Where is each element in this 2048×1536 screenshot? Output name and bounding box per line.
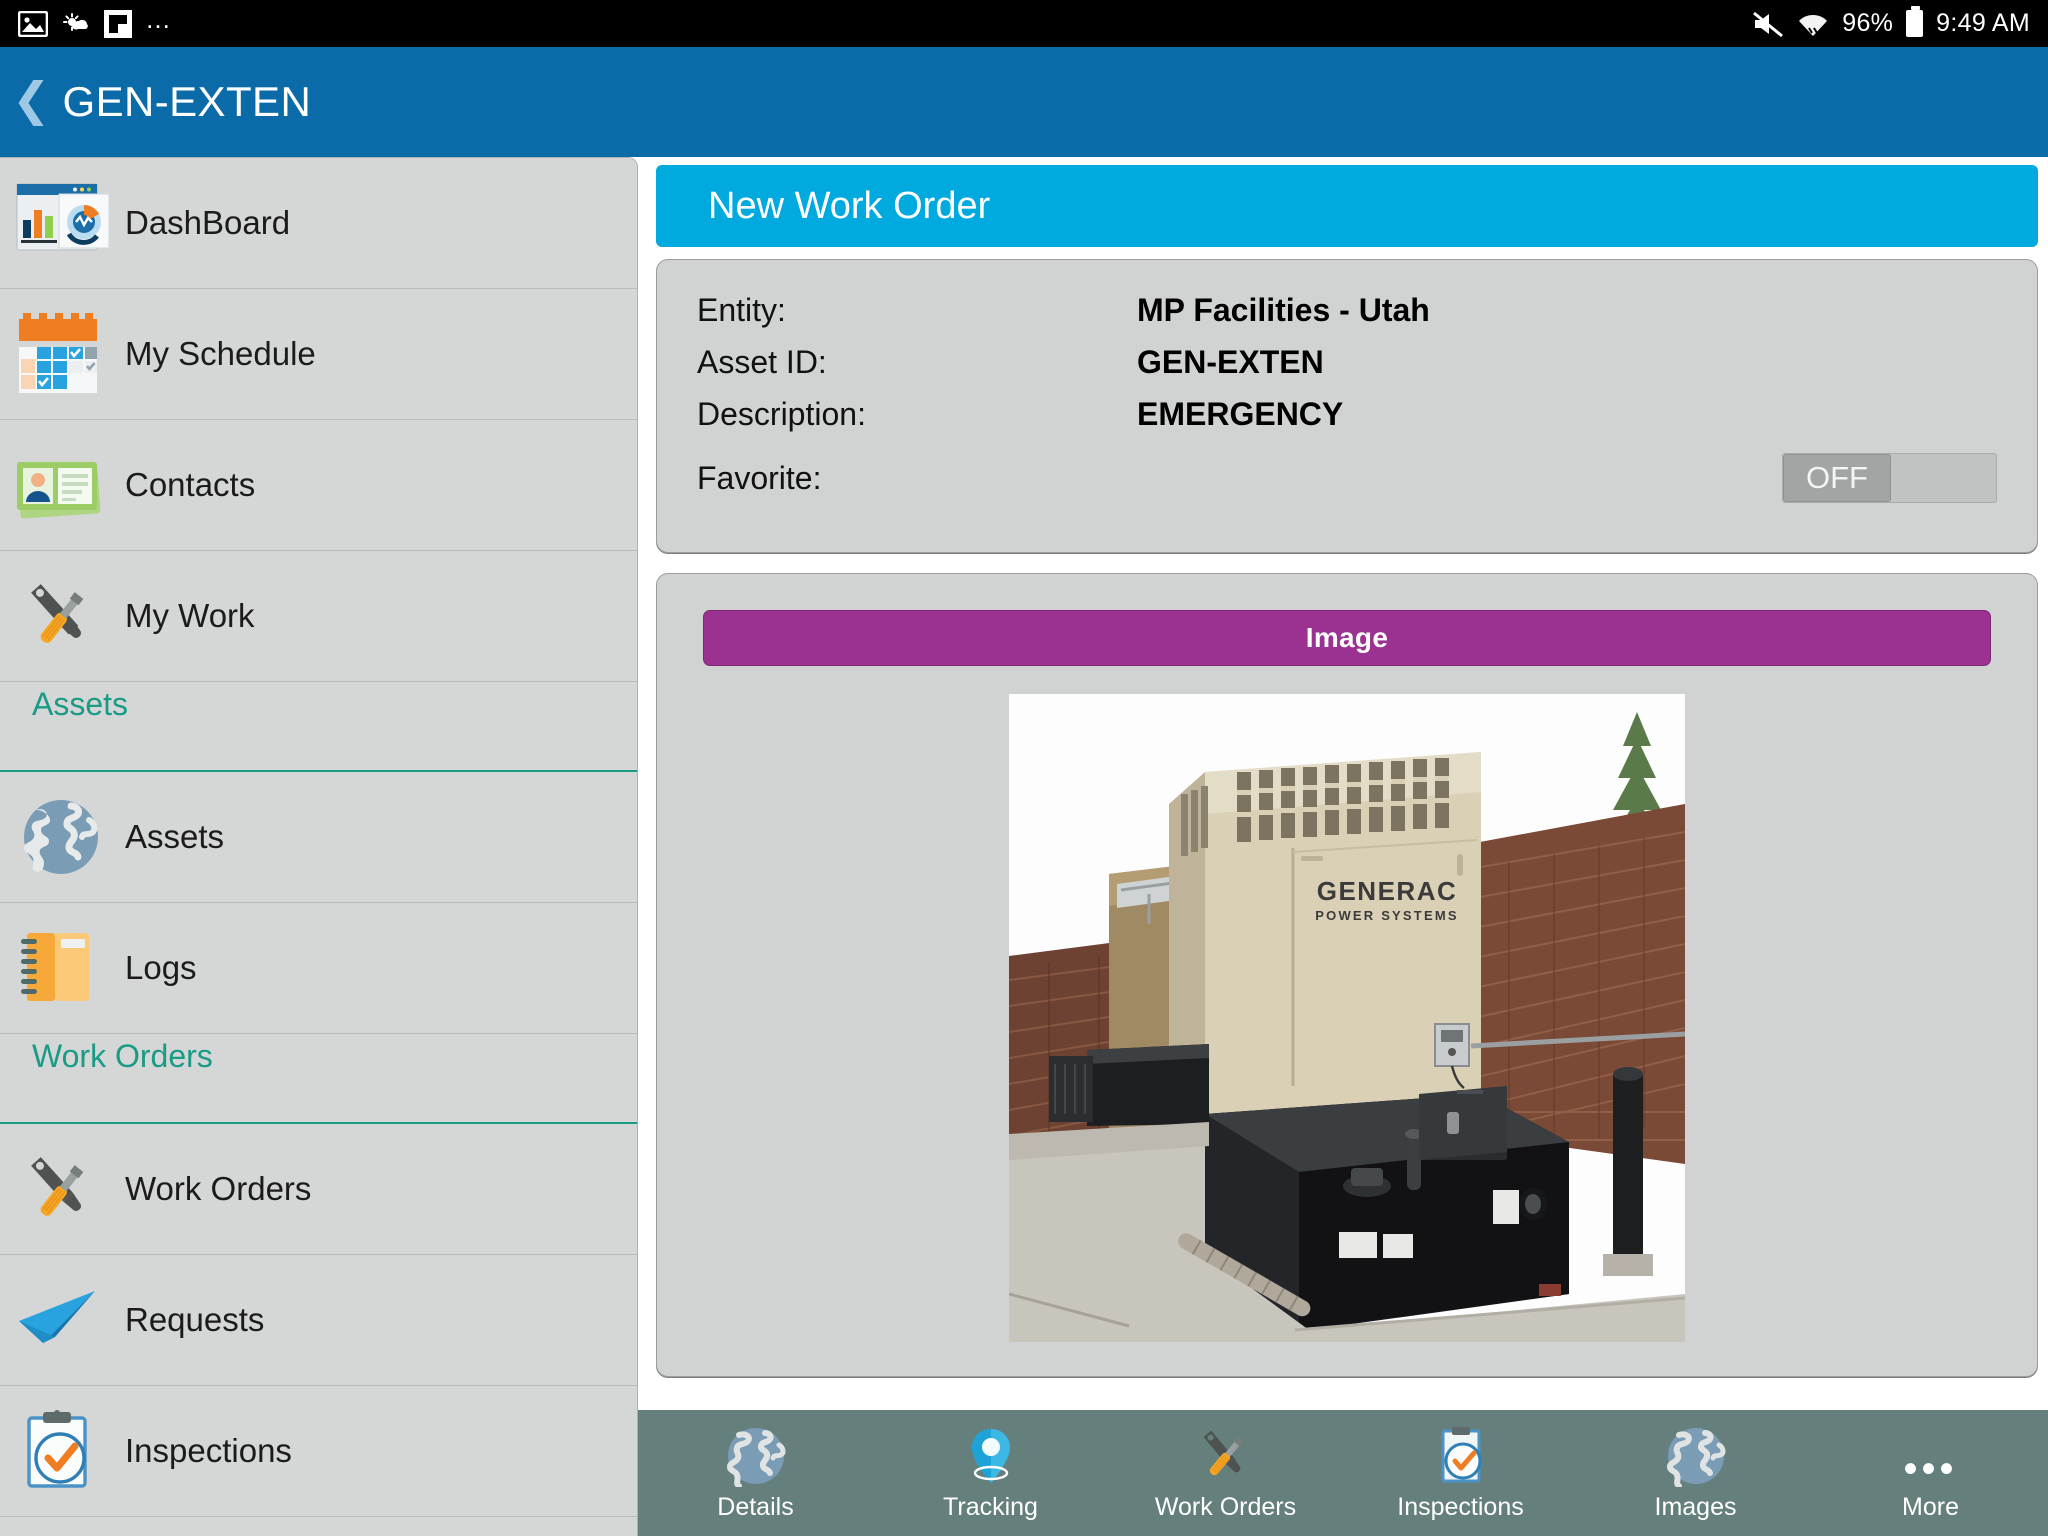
left-sidebar: DashBoard My Schedule Contacts My Work A… bbox=[0, 157, 638, 1536]
detail-row-favorite: Favorite: OFF bbox=[697, 440, 1997, 516]
sidebar-group-assets: Assets bbox=[0, 682, 637, 772]
sidebar-item-label: DashBoard bbox=[125, 204, 291, 241]
globe-icon bbox=[725, 1425, 787, 1487]
page-title: GEN-EXTEN bbox=[62, 78, 312, 125]
bottom-nav-tracking[interactable]: Tracking bbox=[873, 1410, 1108, 1536]
image-icon bbox=[18, 10, 48, 37]
svg-text:POWER SYSTEMS: POWER SYSTEMS bbox=[1315, 908, 1458, 923]
globe-icon bbox=[1665, 1425, 1727, 1487]
detail-row-asset-id: Asset ID: GEN-EXTEN bbox=[697, 336, 1997, 388]
details-card: Entity: MP Facilities - Utah Asset ID: G… bbox=[656, 259, 2038, 553]
main-content: New Work Order Entity: MP Facilities - U… bbox=[638, 157, 2048, 1410]
tools-icon bbox=[0, 561, 125, 671]
detail-label: Description: bbox=[697, 395, 866, 432]
status-bar-left-icons: … bbox=[18, 3, 174, 38]
sidebar-item-label: Logs bbox=[125, 949, 197, 986]
sidebar-item-label: Contacts bbox=[125, 466, 256, 503]
bottom-nav-work-orders[interactable]: Work Orders bbox=[1108, 1410, 1343, 1536]
sidebar-item-work-orders[interactable]: Work Orders bbox=[0, 1124, 637, 1255]
panel-title-label: New Work Order bbox=[708, 184, 991, 227]
sidebar-item-label: Work Orders bbox=[125, 1170, 312, 1207]
bottom-nav-details[interactable]: Details bbox=[638, 1410, 873, 1536]
app-header-bar: ❮ GEN-EXTEN bbox=[0, 47, 2048, 157]
bottom-nav-more[interactable]: ••• More bbox=[1813, 1410, 2048, 1536]
overflow-dots-icon: ••• bbox=[1903, 1425, 1958, 1491]
sidebar-item-dashboard[interactable]: DashBoard bbox=[0, 158, 637, 289]
calendar-icon bbox=[0, 299, 125, 409]
bottom-nav-label: Images bbox=[1654, 1492, 1737, 1521]
asset-photo[interactable]: GENERAC POWER SYSTEMS bbox=[1009, 694, 1685, 1342]
overflow-dots-glyph: ••• bbox=[1903, 1446, 1958, 1491]
battery-full-icon bbox=[1906, 6, 1924, 37]
battery-percent-label: 96% bbox=[1842, 9, 1894, 37]
status-overflow-dots-icon: … bbox=[145, 3, 174, 34]
map-pin-icon bbox=[960, 1425, 1022, 1487]
detail-row-entity: Entity: MP Facilities - Utah bbox=[697, 284, 1997, 336]
weather-icon bbox=[61, 11, 91, 37]
app-root: … 96% 9:49 AM ❮ GEN-EXTEN DashBoard My S… bbox=[0, 0, 2048, 1536]
notebook-icon bbox=[0, 913, 125, 1023]
detail-label: Entity: bbox=[697, 291, 786, 328]
panel-title-bar: New Work Order bbox=[656, 165, 2038, 247]
mute-icon bbox=[1752, 10, 1784, 38]
detail-label: Asset ID: bbox=[697, 343, 827, 380]
detail-value: GEN-EXTEN bbox=[1137, 343, 1324, 380]
clipboard-check-icon bbox=[1430, 1425, 1492, 1487]
clipboard-check-icon bbox=[0, 1396, 125, 1506]
detail-label: Favorite: bbox=[697, 459, 822, 496]
sidebar-item-inspections[interactable]: Inspections bbox=[0, 1386, 637, 1517]
tools-icon bbox=[1192, 1425, 1260, 1487]
sidebar-item-label: Inspections bbox=[125, 1432, 292, 1469]
detail-row-description: Description: EMERGENCY bbox=[697, 388, 1997, 440]
sidebar-item-my-work[interactable]: My Work bbox=[0, 551, 637, 682]
dashboard-icon bbox=[0, 168, 125, 278]
globe-icon bbox=[0, 782, 125, 892]
bottom-nav-label: More bbox=[1902, 1492, 1959, 1521]
sidebar-item-assets[interactable]: Assets bbox=[0, 772, 637, 903]
bottom-nav-label: Details bbox=[717, 1492, 794, 1521]
image-banner-label: Image bbox=[1305, 622, 1389, 653]
flipboard-icon bbox=[104, 9, 132, 38]
favorite-toggle-state-label: OFF bbox=[1783, 454, 1891, 502]
tools-icon bbox=[0, 1134, 125, 1244]
wifi-icon bbox=[1797, 10, 1829, 38]
contacts-icon bbox=[0, 430, 125, 540]
paper-plane-icon bbox=[0, 1265, 125, 1375]
sidebar-item-label: My Work bbox=[125, 597, 255, 634]
asset-photo-wrapper: GENERAC POWER SYSTEMS bbox=[703, 694, 1991, 1342]
bottom-nav-bar: Details Tracking Work Orders Inspections… bbox=[638, 1410, 2048, 1536]
bottom-nav-images[interactable]: Images bbox=[1578, 1410, 1813, 1536]
sidebar-item-label: Assets bbox=[125, 818, 225, 855]
sidebar-group-label: Work Orders bbox=[32, 1038, 213, 1074]
sidebar-item-requests[interactable]: Requests bbox=[0, 1255, 637, 1386]
image-section-banner[interactable]: Image bbox=[703, 610, 1991, 666]
sidebar-group-label: Assets bbox=[32, 686, 129, 722]
bottom-nav-label: Tracking bbox=[943, 1492, 1038, 1521]
sidebar-item-logs[interactable]: Logs bbox=[0, 903, 637, 1034]
detail-value: MP Facilities - Utah bbox=[1137, 291, 1430, 328]
sidebar-item-contacts[interactable]: Contacts bbox=[0, 420, 637, 551]
back-icon[interactable]: ❮ bbox=[8, 76, 63, 128]
bottom-nav-label: Work Orders bbox=[1154, 1492, 1297, 1521]
sidebar-item-label: Requests bbox=[125, 1301, 265, 1338]
favorite-toggle[interactable]: OFF bbox=[1782, 453, 1997, 503]
image-card: Image GENERAC POWER SYSTEMS bbox=[656, 573, 2038, 1377]
detail-value: EMERGENCY bbox=[1137, 395, 1344, 432]
status-bar-right-icons: 96% 9:49 AM bbox=[1752, 6, 2030, 38]
bottom-nav-label: Inspections bbox=[1397, 1492, 1524, 1521]
android-status-bar: … 96% 9:49 AM bbox=[0, 0, 2048, 47]
svg-text:GENERAC: GENERAC bbox=[1317, 876, 1458, 906]
sidebar-item-label: My Schedule bbox=[125, 335, 316, 372]
clock-label: 9:49 AM bbox=[1936, 9, 2030, 37]
sidebar-group-work-orders: Work Orders bbox=[0, 1034, 637, 1124]
sidebar-item-my-schedule[interactable]: My Schedule bbox=[0, 289, 637, 420]
bottom-nav-inspections[interactable]: Inspections bbox=[1343, 1410, 1578, 1536]
